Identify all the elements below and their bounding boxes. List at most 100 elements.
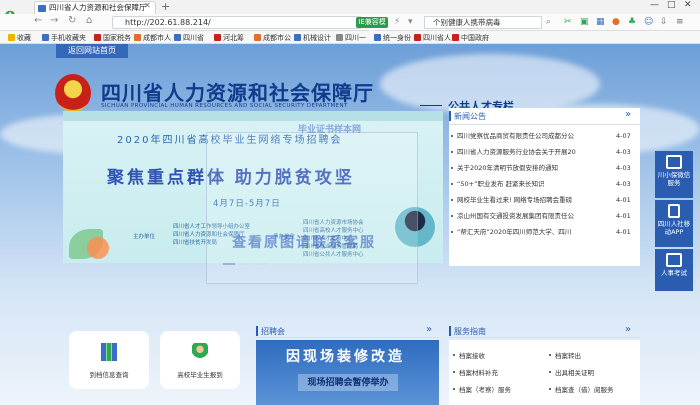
news-header: 新闻公告 »: [449, 108, 640, 125]
ie-mode-button[interactable]: IE兼容模式: [356, 17, 388, 37]
news-title: 新闻公告: [454, 112, 486, 121]
bookmark-item[interactable]: 国家税务: [94, 33, 131, 43]
menu-grid-icon[interactable]: ▦: [596, 17, 605, 27]
bookmark-item[interactable]: 四川一: [336, 33, 366, 43]
news-item[interactable]: 四川省人力资源服务行业协会关于开展20 4-03: [449, 146, 640, 160]
qrcode-icon: [666, 155, 682, 169]
tab-active[interactable]: 四川省人力资源和社会保障厅: [34, 1, 156, 14]
side-exam-button[interactable]: 人事考试: [655, 249, 693, 291]
bookmark-item[interactable]: 中国政府: [452, 33, 489, 43]
banner-topbar: [63, 111, 443, 121]
new-tab-icon[interactable]: +: [161, 0, 170, 13]
settings-menu-icon[interactable]: ≡: [676, 17, 684, 27]
site-subtitle: SICHUAN PROVINCIAL HUMAN RESOURCES AND S…: [101, 103, 348, 109]
scissors-icon[interactable]: ✂: [564, 17, 572, 27]
bookmark-item[interactable]: 四川省人: [414, 33, 451, 43]
recruit-title: 招聘会: [261, 327, 285, 336]
guide-item[interactable]: 档案转出: [549, 350, 581, 360]
tab-bar: e 四川省人力资源和社会保障厅 ✕ + — □ ✕: [0, 0, 700, 28]
news-item[interactable]: “50+”职业发布 赶紧来长知识 4-03: [449, 178, 640, 192]
service-graduate-report[interactable]: 高校毕业生报到: [160, 331, 240, 389]
extension-icon[interactable]: ▣: [580, 17, 589, 27]
national-emblem-icon: [55, 74, 91, 112]
site-title: 四川省人力资源和社会保障厅: [101, 83, 374, 105]
bookmark-item[interactable]: 成都市人: [134, 33, 171, 43]
back-arrow-icon[interactable]: ←: [34, 15, 42, 26]
recruit-header: 招聘会 »: [256, 324, 439, 338]
watermark-text: 查看原图请联系客服: [232, 234, 376, 250]
leaf-icon[interactable]: ♣: [628, 17, 636, 27]
news-item[interactable]: 网校毕业生看过来! 网络专场招聘会重磅 4-01: [449, 194, 640, 208]
url-text: http://202.61.88.214/: [125, 18, 211, 27]
header-accent: [449, 326, 451, 336]
books-icon: [101, 343, 117, 361]
bookmark-favicon-icon: [174, 34, 181, 41]
refresh-icon[interactable]: ↻: [68, 15, 76, 26]
bookmark-favicon-icon: [94, 34, 101, 41]
guide-item[interactable]: 档案材料补充: [453, 367, 498, 377]
guide-item[interactable]: 出具相关证明: [549, 367, 594, 377]
guide-title: 服务指南: [454, 327, 486, 336]
news-item[interactable]: 四川党察优品商贸有限责任公司成都分公 4-07: [449, 130, 640, 144]
bookmark-favicon-icon: [374, 34, 381, 41]
divider: [420, 105, 442, 106]
guide-item[interactable]: 档案接收: [453, 350, 485, 360]
star-icon: [8, 34, 15, 41]
watermark-small-text: 毕业证书样本网: [298, 124, 362, 134]
header-accent: [449, 111, 451, 121]
bookmark-item[interactable]: 成都市公: [254, 33, 291, 43]
search-icon[interactable]: ⌕: [546, 17, 551, 27]
bookmark-item[interactable]: 手机收藏夹: [42, 33, 86, 43]
minimize-button[interactable]: —: [650, 0, 659, 10]
recruit-banner[interactable]: 因现场装修改造 现场招聘会暂停举办: [256, 340, 439, 405]
game-icon[interactable]: ●: [612, 17, 620, 27]
service-archive-query[interactable]: 到档信息查询: [69, 331, 149, 389]
user-icon[interactable]: ☺: [644, 17, 653, 27]
address-bar[interactable]: http://202.61.88.214/: [112, 16, 362, 29]
news-panel: 新闻公告 » 四川党察优品商贸有限责任公司成都分公 4-07 四川省人力资源服务行…: [449, 108, 640, 266]
lightning-icon[interactable]: ⚡: [394, 17, 400, 27]
watermark-frame: [206, 132, 418, 284]
tab-title: 四川省人力资源和社会保障厅: [49, 3, 147, 12]
edit-icon: [666, 253, 682, 267]
bookmark-favicon-icon: [42, 34, 49, 41]
recruit-more-link[interactable]: »: [426, 324, 432, 335]
site-favicon-icon: [38, 5, 46, 12]
home-icon[interactable]: ⌂: [86, 15, 92, 26]
dropdown-icon[interactable]: ▾: [408, 17, 413, 27]
phone-icon: [668, 204, 680, 218]
bookmark-favicon-icon: [294, 34, 301, 41]
side-wechat-button[interactable]: 川小保微信服务: [655, 151, 693, 198]
bookmark-item[interactable]: 统一身份: [374, 33, 411, 43]
back-home-link[interactable]: 返回网站首页: [56, 44, 128, 58]
bookmarks-bar: 收藏 手机收藏夹 国家税务 成都市人 四川省 河北筹 成都市公 机械设计 四川一…: [0, 31, 700, 44]
news-item[interactable]: “帮汇天府”2020年四川师范大学、四川 4-01: [449, 226, 640, 240]
bookmark-favicon-icon: [214, 34, 221, 41]
recruit-banner-title: 因现场装修改造: [286, 348, 405, 364]
guide-list: 档案接收 档案转出 档案材料补充 出具相关证明 档案（考察）服务 档案查（借）阅…: [449, 340, 640, 405]
graduate-icon: [192, 343, 208, 361]
bookmark-item[interactable]: 机械设计: [294, 33, 331, 43]
guide-item[interactable]: 档案查（借）阅服务: [549, 384, 614, 394]
search-input[interactable]: 个别健康人携带病毒: [424, 16, 542, 29]
download-icon[interactable]: ⇩: [660, 17, 668, 27]
bookmark-favicon-icon: [336, 34, 343, 41]
bookmark-collect[interactable]: 收藏: [8, 33, 31, 43]
close-window-button[interactable]: ✕: [684, 0, 692, 10]
bookmark-item[interactable]: 四川省: [174, 33, 204, 43]
bookmark-favicon-icon: [452, 34, 459, 41]
bookmark-favicon-icon: [254, 34, 261, 41]
bookmark-favicon-icon: [414, 34, 421, 41]
recruit-banner-subtitle: 现场招聘会暂停举办: [298, 374, 398, 391]
news-item[interactable]: 凉山州国有交通投资发展集团有限责任公 4-01: [449, 210, 640, 224]
guide-item[interactable]: 档案（考察）服务: [453, 384, 511, 394]
news-more-link[interactable]: »: [625, 109, 631, 120]
side-app-button[interactable]: 四川人社移动APP: [655, 200, 693, 247]
tab-close-icon[interactable]: ✕: [144, 1, 151, 10]
maximize-button[interactable]: □: [667, 0, 676, 10]
bookmark-item[interactable]: 河北筹: [214, 33, 244, 43]
forward-arrow-icon[interactable]: →: [50, 15, 58, 26]
news-item[interactable]: 关于2020年清明节放假安排的通知 4-03: [449, 162, 640, 176]
guide-more-link[interactable]: »: [625, 324, 631, 335]
bookmark-favicon-icon: [134, 34, 141, 41]
